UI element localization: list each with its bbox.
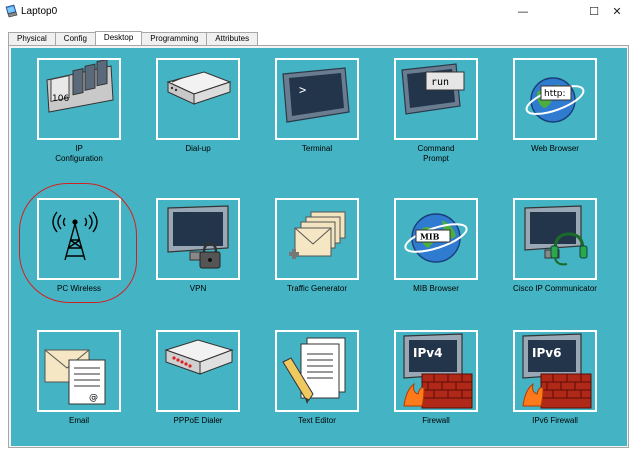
app-label: Text Editor bbox=[298, 416, 336, 425]
app-label: Command Prompt bbox=[417, 144, 455, 163]
minimize-button[interactable]: — bbox=[500, 0, 546, 22]
app-label: MIB Browser bbox=[413, 284, 459, 293]
tab-desktop[interactable]: Desktop bbox=[94, 31, 143, 46]
app-tile: run bbox=[394, 58, 478, 140]
app-tile: IPv6 bbox=[513, 330, 597, 412]
app-vpn[interactable]: VPN bbox=[150, 188, 250, 318]
command-prompt-icon: run bbox=[401, 63, 465, 115]
app-tile: @ bbox=[37, 330, 121, 412]
app-label: Web Browser bbox=[531, 144, 579, 153]
app-command-prompt[interactable]: run Command Prompt bbox=[388, 48, 488, 178]
email-icon: @ bbox=[44, 349, 106, 405]
app-mib-browser[interactable]: MIB MIB Browser bbox=[388, 188, 488, 318]
app-tile: > bbox=[275, 58, 359, 140]
svg-text:>: > bbox=[299, 83, 306, 97]
app-label: VPN bbox=[189, 284, 207, 293]
vpn-lock-icon bbox=[167, 205, 229, 269]
app-email[interactable]: @ Email bbox=[31, 320, 131, 446]
modem-icon bbox=[166, 71, 232, 105]
app-text-editor[interactable]: Text Editor bbox=[269, 320, 369, 446]
app-tile: 106 bbox=[37, 58, 121, 140]
envelopes-icon bbox=[289, 211, 346, 259]
window-title: Laptop0 bbox=[21, 6, 58, 17]
app-firewall[interactable]: IPv4 Firewall bbox=[388, 320, 488, 446]
svg-text:http:: http: bbox=[544, 89, 566, 99]
globe-icon: http: bbox=[525, 77, 585, 123]
app-tile bbox=[156, 58, 240, 140]
red-highlight-circle bbox=[19, 183, 137, 303]
pppoe-device-icon bbox=[164, 339, 234, 375]
desktop-panel: 106 IP Configuration Dial-up > Terminal … bbox=[8, 45, 629, 448]
ip-config-icon: 106 bbox=[46, 60, 114, 113]
app-terminal[interactable]: > Terminal bbox=[269, 48, 369, 178]
app-traffic-generator[interactable]: Traffic Generator bbox=[269, 188, 369, 318]
app-pppoe-dialer[interactable]: PPPoE Dialer bbox=[150, 320, 250, 446]
app-tile bbox=[513, 198, 597, 280]
app-label: IP Configuration bbox=[55, 144, 103, 163]
app-label: PPPoE Dialer bbox=[173, 416, 223, 425]
app-label: Traffic Generator bbox=[286, 284, 348, 293]
app-tile: MIB bbox=[394, 198, 478, 280]
app-label: Terminal bbox=[301, 144, 333, 153]
ipv6-firewall-icon: IPv6 bbox=[522, 333, 592, 409]
app-tile bbox=[156, 330, 240, 412]
app-dial-up[interactable]: Dial-up bbox=[150, 48, 250, 178]
title-bar: Laptop0 — ☐ ✕ bbox=[0, 0, 640, 24]
svg-text:IPv6: IPv6 bbox=[532, 346, 561, 360]
tab-attributes[interactable]: Attributes bbox=[206, 32, 259, 46]
mib-globe-icon: MIB bbox=[404, 213, 468, 263]
terminal-icon: > bbox=[282, 67, 350, 123]
app-tile bbox=[275, 198, 359, 280]
svg-text:run: run bbox=[431, 77, 449, 88]
tab-physical[interactable]: Physical bbox=[8, 32, 56, 46]
app-label: Cisco IP Communicator bbox=[513, 284, 597, 293]
app-ip-configuration[interactable]: 106 IP Configuration bbox=[31, 48, 131, 178]
app-label: Dial-up bbox=[185, 144, 211, 153]
minimize-icon: — bbox=[517, 4, 529, 18]
app-cisco-ip-communicator[interactable]: Cisco IP Communicator bbox=[507, 188, 607, 318]
tab-programming[interactable]: Programming bbox=[141, 32, 208, 46]
svg-text:MIB: MIB bbox=[420, 232, 440, 242]
app-web-browser[interactable]: http: Web Browser bbox=[507, 48, 607, 178]
laptop-app-icon bbox=[5, 4, 18, 18]
desktop-area: 106 IP Configuration Dial-up > Terminal … bbox=[11, 48, 627, 446]
app-label: Email bbox=[68, 416, 89, 425]
firewall-icon: IPv4 bbox=[403, 333, 473, 409]
app-tile bbox=[275, 330, 359, 412]
svg-text:@: @ bbox=[89, 393, 98, 403]
app-tile bbox=[156, 198, 240, 280]
close-icon: ✕ bbox=[612, 4, 622, 18]
tab-config[interactable]: Config bbox=[54, 32, 96, 46]
tab-strip: Physical Config Desktop Programming Attr… bbox=[8, 31, 259, 46]
app-label: IPv6 Firewall bbox=[532, 416, 578, 425]
app-tile: IPv4 bbox=[394, 330, 478, 412]
text-editor-icon bbox=[282, 337, 346, 404]
svg-text:106: 106 bbox=[52, 94, 69, 104]
svg-text:IPv4: IPv4 bbox=[413, 346, 442, 360]
close-button[interactable]: ✕ bbox=[594, 0, 640, 22]
app-ipv6-firewall[interactable]: IPv6 IPv6 Firewall bbox=[507, 320, 607, 446]
app-tile: http: bbox=[513, 58, 597, 140]
app-label: Firewall bbox=[422, 416, 450, 425]
headset-monitor-icon bbox=[524, 205, 588, 266]
